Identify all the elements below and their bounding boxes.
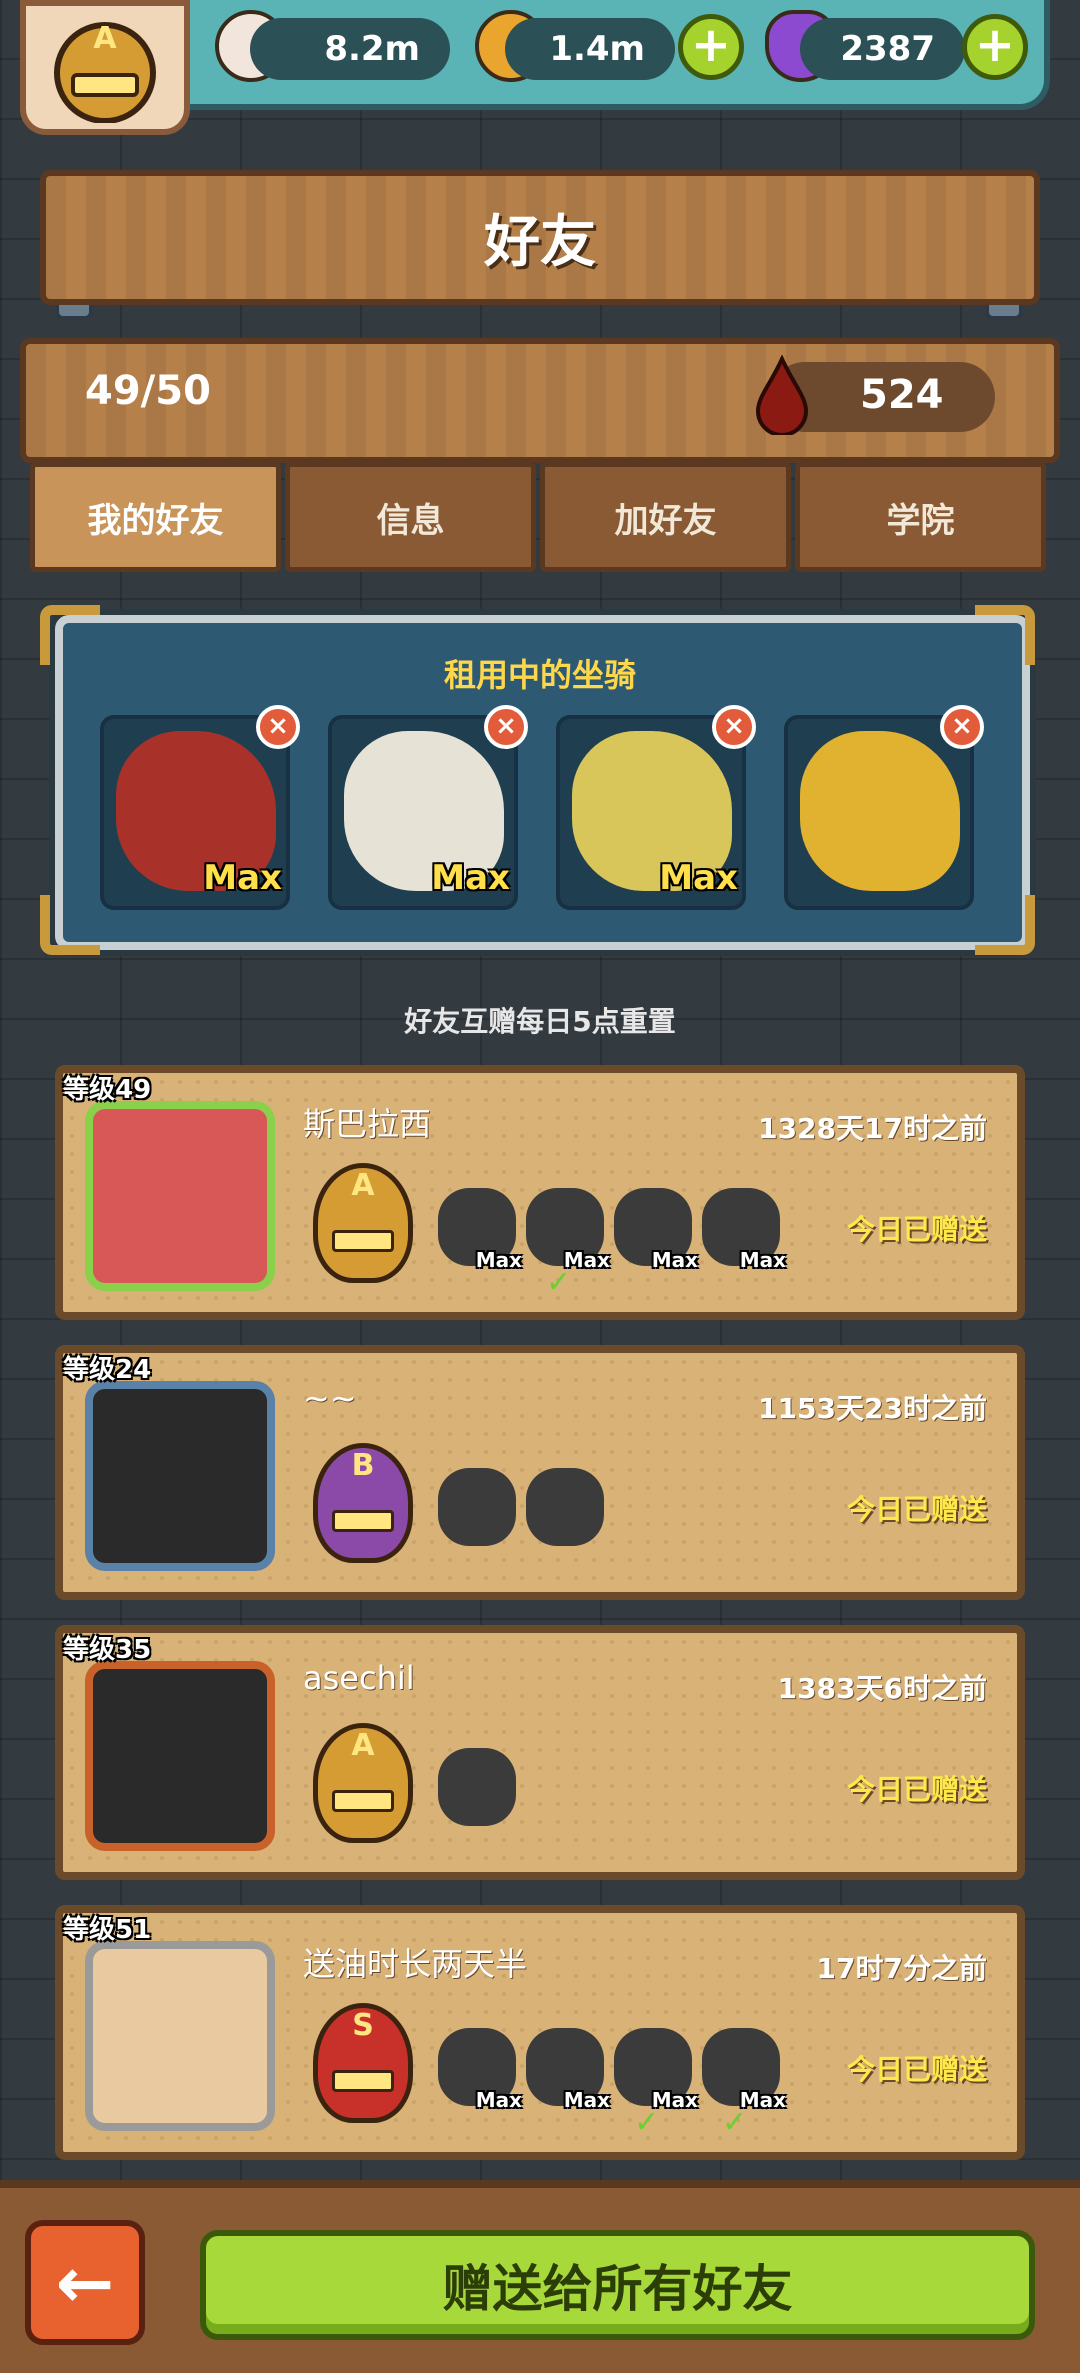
mount-max-label: Max bbox=[203, 858, 282, 898]
rank-teeth-icon bbox=[332, 1790, 394, 1812]
add-coins-button[interactable]: + bbox=[678, 14, 744, 80]
mount-thumb-icon[interactable] bbox=[526, 1468, 604, 1546]
rented-mount-slot[interactable]: Max × bbox=[100, 705, 300, 910]
friend-rank-badge: B bbox=[313, 1443, 413, 1563]
mount-thumb-icon[interactable]: Max bbox=[614, 1188, 698, 1272]
mount-thumb-icon[interactable] bbox=[438, 1748, 516, 1826]
friend-last-seen: 1383天6时之前 bbox=[777, 1672, 987, 1705]
friend-name: ~~ bbox=[303, 1379, 357, 1417]
tab-add-friend[interactable]: 加好友 bbox=[540, 462, 791, 572]
rented-mount-slot[interactable]: Max × bbox=[328, 705, 528, 910]
mount-max-label: Max bbox=[651, 1248, 698, 1272]
panel-corner bbox=[975, 895, 1035, 955]
eyes-counter: 8.2m bbox=[250, 18, 450, 80]
mount-max-label: Max bbox=[659, 858, 738, 898]
mount-thumb-icon[interactable]: Max bbox=[702, 1188, 786, 1272]
friend-count: 49/50 bbox=[85, 368, 211, 414]
rank-teeth-icon bbox=[332, 1510, 394, 1532]
blood-drop-icon bbox=[755, 355, 809, 435]
mount-max-label: Max bbox=[739, 1248, 786, 1272]
coins-counter: 1.4m bbox=[505, 18, 675, 80]
mount-thumb-icon[interactable]: Max bbox=[526, 2028, 610, 2112]
mount-max-label: Max bbox=[563, 2088, 610, 2112]
gift-status: 今日已赠送 bbox=[846, 1493, 987, 1526]
remove-mount-button[interactable]: × bbox=[940, 705, 984, 749]
friend-name: 斯巴拉西 bbox=[303, 1105, 432, 1143]
friend-mounts bbox=[438, 1468, 604, 1546]
friend-mounts: Max Max ✓ Max Max bbox=[438, 1188, 786, 1300]
friend-avatar[interactable] bbox=[85, 1661, 275, 1851]
friend-rank-letter: A bbox=[351, 1728, 375, 1763]
tab-academy[interactable]: 学院 bbox=[795, 462, 1046, 572]
gift-status: 今日已赠送 bbox=[846, 1773, 987, 1806]
rented-mounts-title: 租用中的坐骑 bbox=[443, 656, 636, 694]
friend-level: 等级49 bbox=[63, 1075, 152, 1105]
tab-my-friends[interactable]: 我的好友 bbox=[30, 462, 281, 572]
rank-teeth-icon bbox=[332, 1230, 394, 1252]
rented-mount-slot[interactable]: Max × bbox=[556, 705, 756, 910]
mount-thumb-icon[interactable]: Max ✓ bbox=[526, 1188, 610, 1300]
reset-note: 好友互赠每日5点重置 bbox=[404, 1005, 676, 1038]
check-icon: ✓ bbox=[634, 2105, 660, 2140]
friend-card[interactable]: 等级51 送油时长两天半 17时7分之前 S Max Max Max ✓ Max ✓… bbox=[55, 1905, 1025, 2160]
player-rank-letter: A bbox=[93, 21, 117, 56]
friend-rank-letter: A bbox=[351, 1168, 375, 1203]
mount-max-label: Max bbox=[475, 1248, 522, 1272]
potions-counter: 2387 bbox=[800, 18, 965, 80]
friend-avatar[interactable] bbox=[85, 1941, 275, 2131]
mount-thumb-icon[interactable]: Max ✓ bbox=[614, 2028, 698, 2140]
panel-corner bbox=[40, 895, 100, 955]
friend-rank-badge: A bbox=[313, 1163, 413, 1283]
mount-thumb-icon[interactable]: Max ✓ bbox=[702, 2028, 786, 2140]
tab-messages[interactable]: 信息 bbox=[285, 462, 536, 572]
add-potions-button[interactable]: + bbox=[962, 14, 1028, 80]
remove-mount-button[interactable]: × bbox=[712, 705, 756, 749]
mount-thumb-icon[interactable]: Max bbox=[438, 1188, 522, 1272]
friend-last-seen: 17时7分之前 bbox=[816, 1952, 987, 1985]
friend-card[interactable]: 等级35 asechil 1383天6时之前 A 今日已赠送 bbox=[55, 1625, 1025, 1880]
friend-level: 等级35 bbox=[63, 1635, 152, 1665]
friend-card[interactable]: 等级49 斯巴拉西 1328天17时之前 A Max Max ✓ Max Max … bbox=[55, 1065, 1025, 1320]
remove-mount-button[interactable]: × bbox=[256, 705, 300, 749]
mount-max-label: Max bbox=[431, 858, 510, 898]
rented-mount-slot[interactable]: × bbox=[784, 705, 984, 910]
gift-all-button[interactable]: 赠送给所有好友 bbox=[200, 2230, 1035, 2340]
friend-rank-letter: S bbox=[352, 2008, 374, 2043]
friend-card[interactable]: 等级24 ~~ 1153天23时之前 B 今日已赠送 bbox=[55, 1345, 1025, 1600]
tab-bar: 我的好友 信息 加好友 学院 bbox=[30, 462, 1050, 572]
friend-rank-letter: B bbox=[351, 1448, 375, 1483]
friend-level: 等级24 bbox=[63, 1355, 152, 1385]
rank-teeth-icon bbox=[332, 2070, 394, 2092]
check-icon: ✓ bbox=[546, 1265, 572, 1300]
back-button[interactable]: ← bbox=[25, 2220, 145, 2345]
blood-counter: 524 bbox=[860, 372, 944, 418]
friend-level: 等级51 bbox=[63, 1915, 152, 1945]
gift-status: 今日已赠送 bbox=[846, 2053, 987, 2086]
friend-name: 送油时长两天半 bbox=[303, 1945, 528, 1983]
mount-creature-icon bbox=[800, 731, 960, 891]
friend-last-seen: 1153天23时之前 bbox=[758, 1392, 987, 1425]
friend-name: asechil bbox=[303, 1659, 415, 1697]
remove-mount-button[interactable]: × bbox=[484, 705, 528, 749]
friend-avatar[interactable] bbox=[85, 1381, 275, 1571]
friend-rank-badge: A bbox=[313, 1723, 413, 1843]
friend-avatar[interactable] bbox=[85, 1101, 275, 1291]
title-board: 好友 bbox=[40, 170, 1040, 305]
mount-thumb-icon[interactable]: Max bbox=[438, 2028, 522, 2112]
mount-thumb-icon[interactable] bbox=[438, 1468, 516, 1546]
mount-max-label: Max bbox=[475, 2088, 522, 2112]
friend-mounts: Max Max Max ✓ Max ✓ bbox=[438, 2028, 786, 2140]
gift-status: 今日已赠送 bbox=[846, 1213, 987, 1246]
page-title: 好友 bbox=[484, 210, 596, 275]
check-icon: ✓ bbox=[722, 2105, 748, 2140]
player-rank-icon: A bbox=[54, 21, 156, 123]
player-avatar[interactable]: A bbox=[20, 0, 190, 135]
friend-last-seen: 1328天17时之前 bbox=[758, 1112, 987, 1145]
friend-mounts bbox=[438, 1748, 516, 1826]
friend-rank-badge: S bbox=[313, 2003, 413, 2123]
